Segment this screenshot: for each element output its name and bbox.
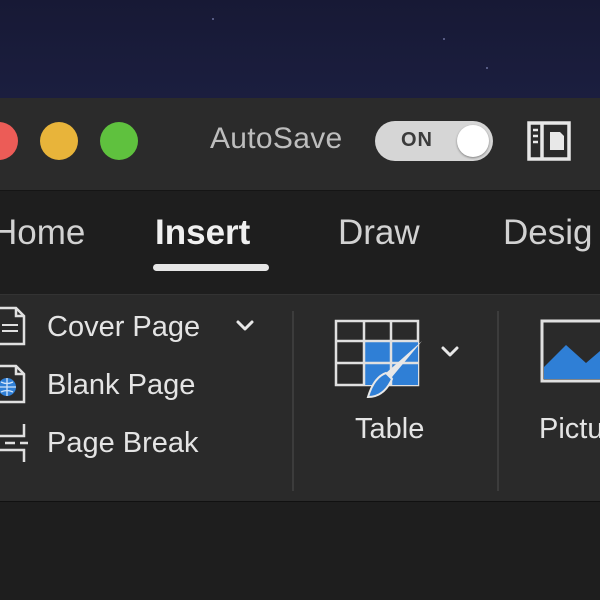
insert-ribbon: Cover Page Blank Page Page Break Table P… [0, 294, 600, 503]
cover-page-label: Cover Page [47, 311, 201, 343]
pictures-label: Pictu [539, 413, 600, 445]
cover-page-button[interactable]: Cover Page [0, 301, 270, 349]
ribbon-group-divider [292, 311, 294, 491]
chevron-down-icon[interactable] [439, 341, 461, 363]
star-dot [486, 67, 488, 69]
cover-page-icon [0, 306, 26, 346]
autosave-toggle-state: ON [401, 129, 433, 151]
blank-page-icon [0, 364, 26, 404]
document-area [0, 502, 600, 600]
picture-icon [540, 319, 600, 383]
chevron-down-icon[interactable] [234, 315, 256, 337]
title-bar: AutoSave ON [0, 98, 600, 191]
screen: AutoSave ON Home Insert Draw Desig Cover… [0, 0, 600, 600]
page-break-label: Page Break [47, 427, 199, 459]
tab-draw[interactable]: Draw [338, 213, 420, 253]
star-dot [443, 38, 445, 40]
ribbon-tabs: Home Insert Draw Desig [0, 191, 600, 273]
word-window: AutoSave ON Home Insert Draw Desig Cover… [0, 98, 600, 600]
tab-insert[interactable]: Insert [155, 213, 250, 253]
blank-page-button[interactable]: Blank Page [0, 359, 230, 407]
table-button[interactable]: Table [318, 305, 478, 495]
active-tab-indicator [153, 264, 269, 271]
page-break-icon [0, 424, 28, 462]
table-label: Table [355, 413, 425, 445]
table-icon [334, 319, 422, 399]
blank-page-label: Blank Page [47, 369, 196, 401]
sidebar-panel-icon[interactable] [526, 120, 572, 162]
tab-design[interactable]: Desig [503, 213, 592, 253]
minimize-window-button[interactable] [40, 122, 78, 160]
close-window-button[interactable] [0, 122, 18, 160]
desktop-background [0, 0, 600, 98]
page-break-button[interactable]: Page Break [0, 417, 230, 465]
pictures-button[interactable]: Pictu [530, 305, 600, 495]
ribbon-group-divider [497, 311, 499, 491]
tab-home[interactable]: Home [0, 213, 85, 253]
autosave-toggle[interactable]: ON [375, 121, 493, 161]
star-dot [212, 18, 214, 20]
toggle-knob [457, 125, 489, 157]
autosave-label: AutoSave [210, 122, 343, 155]
zoom-window-button[interactable] [100, 122, 138, 160]
